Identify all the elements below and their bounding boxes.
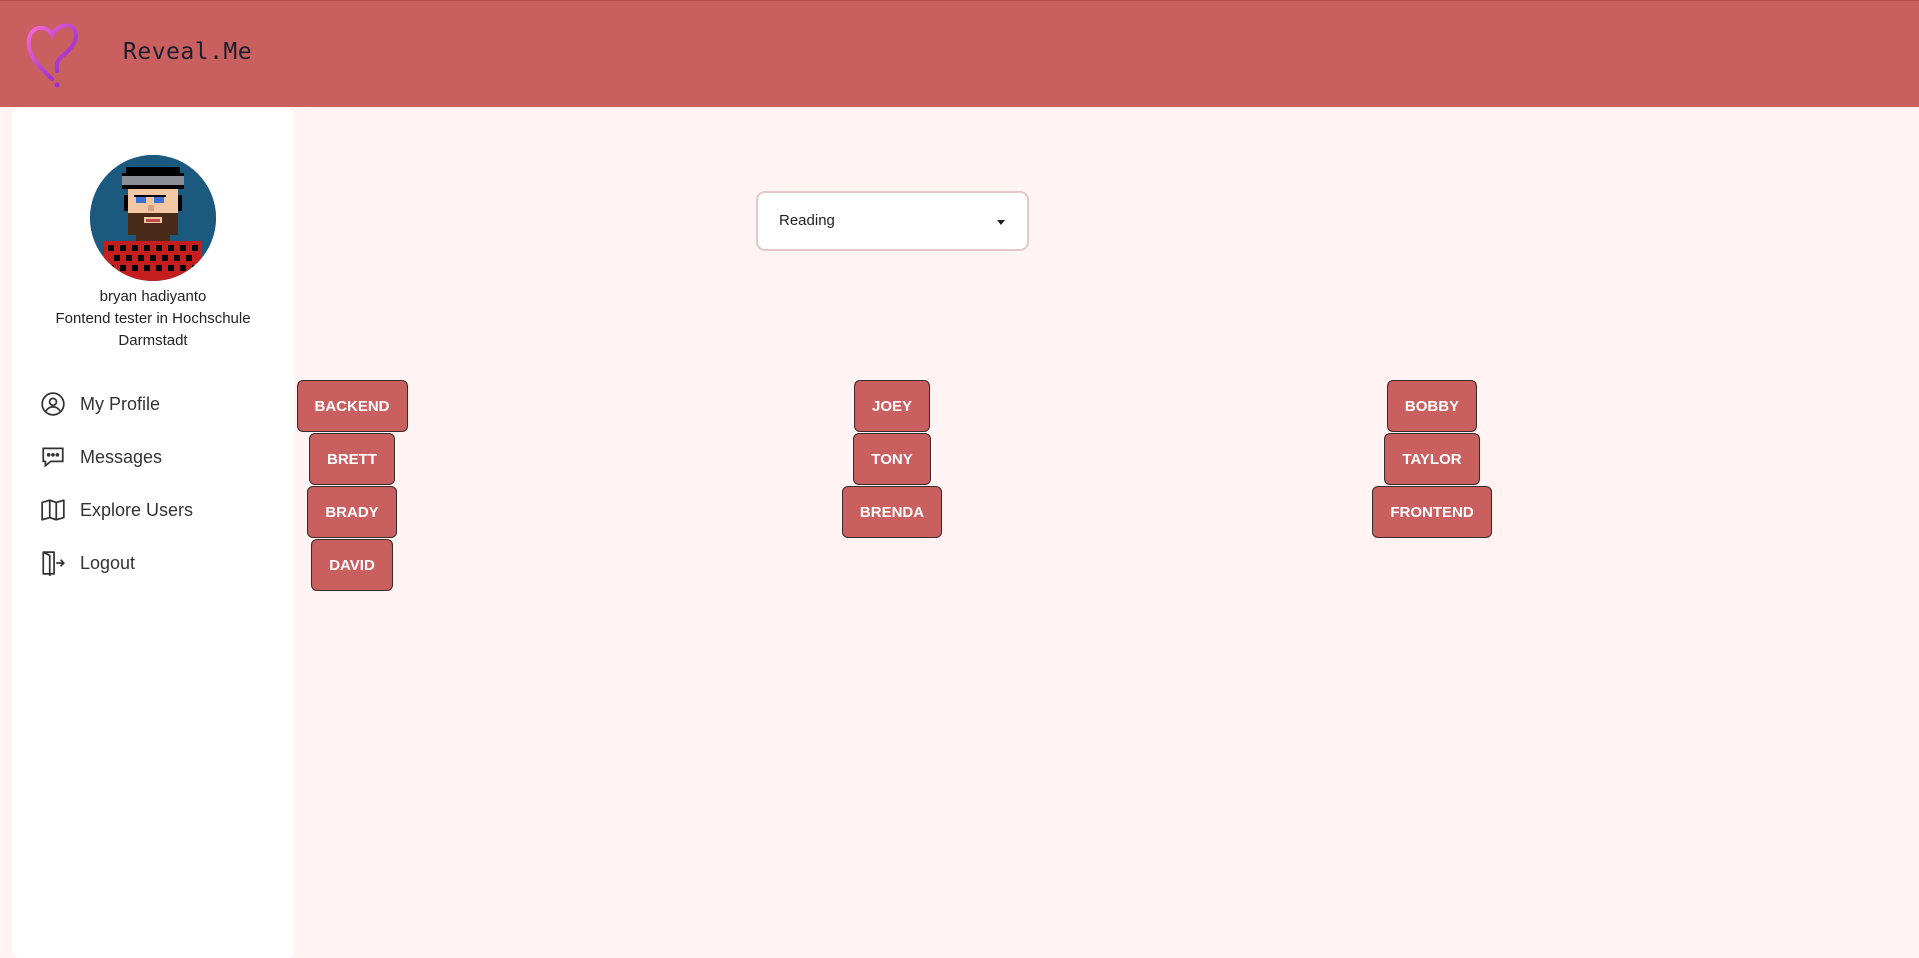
user-tag[interactable]: FRONTEND (1372, 486, 1492, 538)
nav-label: Explore Users (80, 499, 194, 520)
user-tag[interactable]: JOEY (853, 380, 931, 432)
user-column-3: BOBBY TAYLOR FRONTEND (1282, 380, 1582, 539)
user-tag[interactable]: TAYLOR (1384, 433, 1480, 485)
user-tag[interactable]: BRETT (309, 433, 395, 485)
nav-label: Logout (80, 552, 136, 573)
hobby-select-value: Reading (779, 212, 835, 229)
top-bar: Reveal.Me (0, 0, 1919, 107)
user-tag[interactable]: DAVID (311, 539, 393, 591)
heart-question-icon[interactable] (25, 17, 79, 91)
nav-label: Messages (80, 446, 163, 467)
user-column-2: JOEY TONY BRENDA (742, 380, 1042, 539)
user-tag[interactable]: BOBBY (1386, 380, 1478, 432)
app-title[interactable]: Reveal.Me (123, 39, 252, 65)
user-tag[interactable]: TONY (853, 433, 931, 485)
user-tag[interactable]: BACKEND (296, 380, 408, 432)
avatar[interactable] (90, 155, 216, 281)
hobby-select[interactable]: Reading (756, 191, 1029, 251)
user-circle-icon (40, 391, 66, 417)
logout-door-icon (40, 550, 66, 576)
chat-bubble-icon (40, 444, 66, 470)
nav-label: My Profile (80, 393, 161, 414)
user-column-1: BACKEND BRETT BRADY DAVID (202, 380, 502, 592)
map-icon (40, 497, 66, 523)
user-tag[interactable]: BRENDA (841, 486, 943, 538)
profile-name: bryan hadiyanto (99, 288, 207, 305)
user-tag[interactable]: BRADY (307, 486, 397, 538)
profile-bio: Fontend tester in Hochschule Darmstadt (55, 310, 251, 349)
chevron-down-icon (997, 220, 1005, 225)
